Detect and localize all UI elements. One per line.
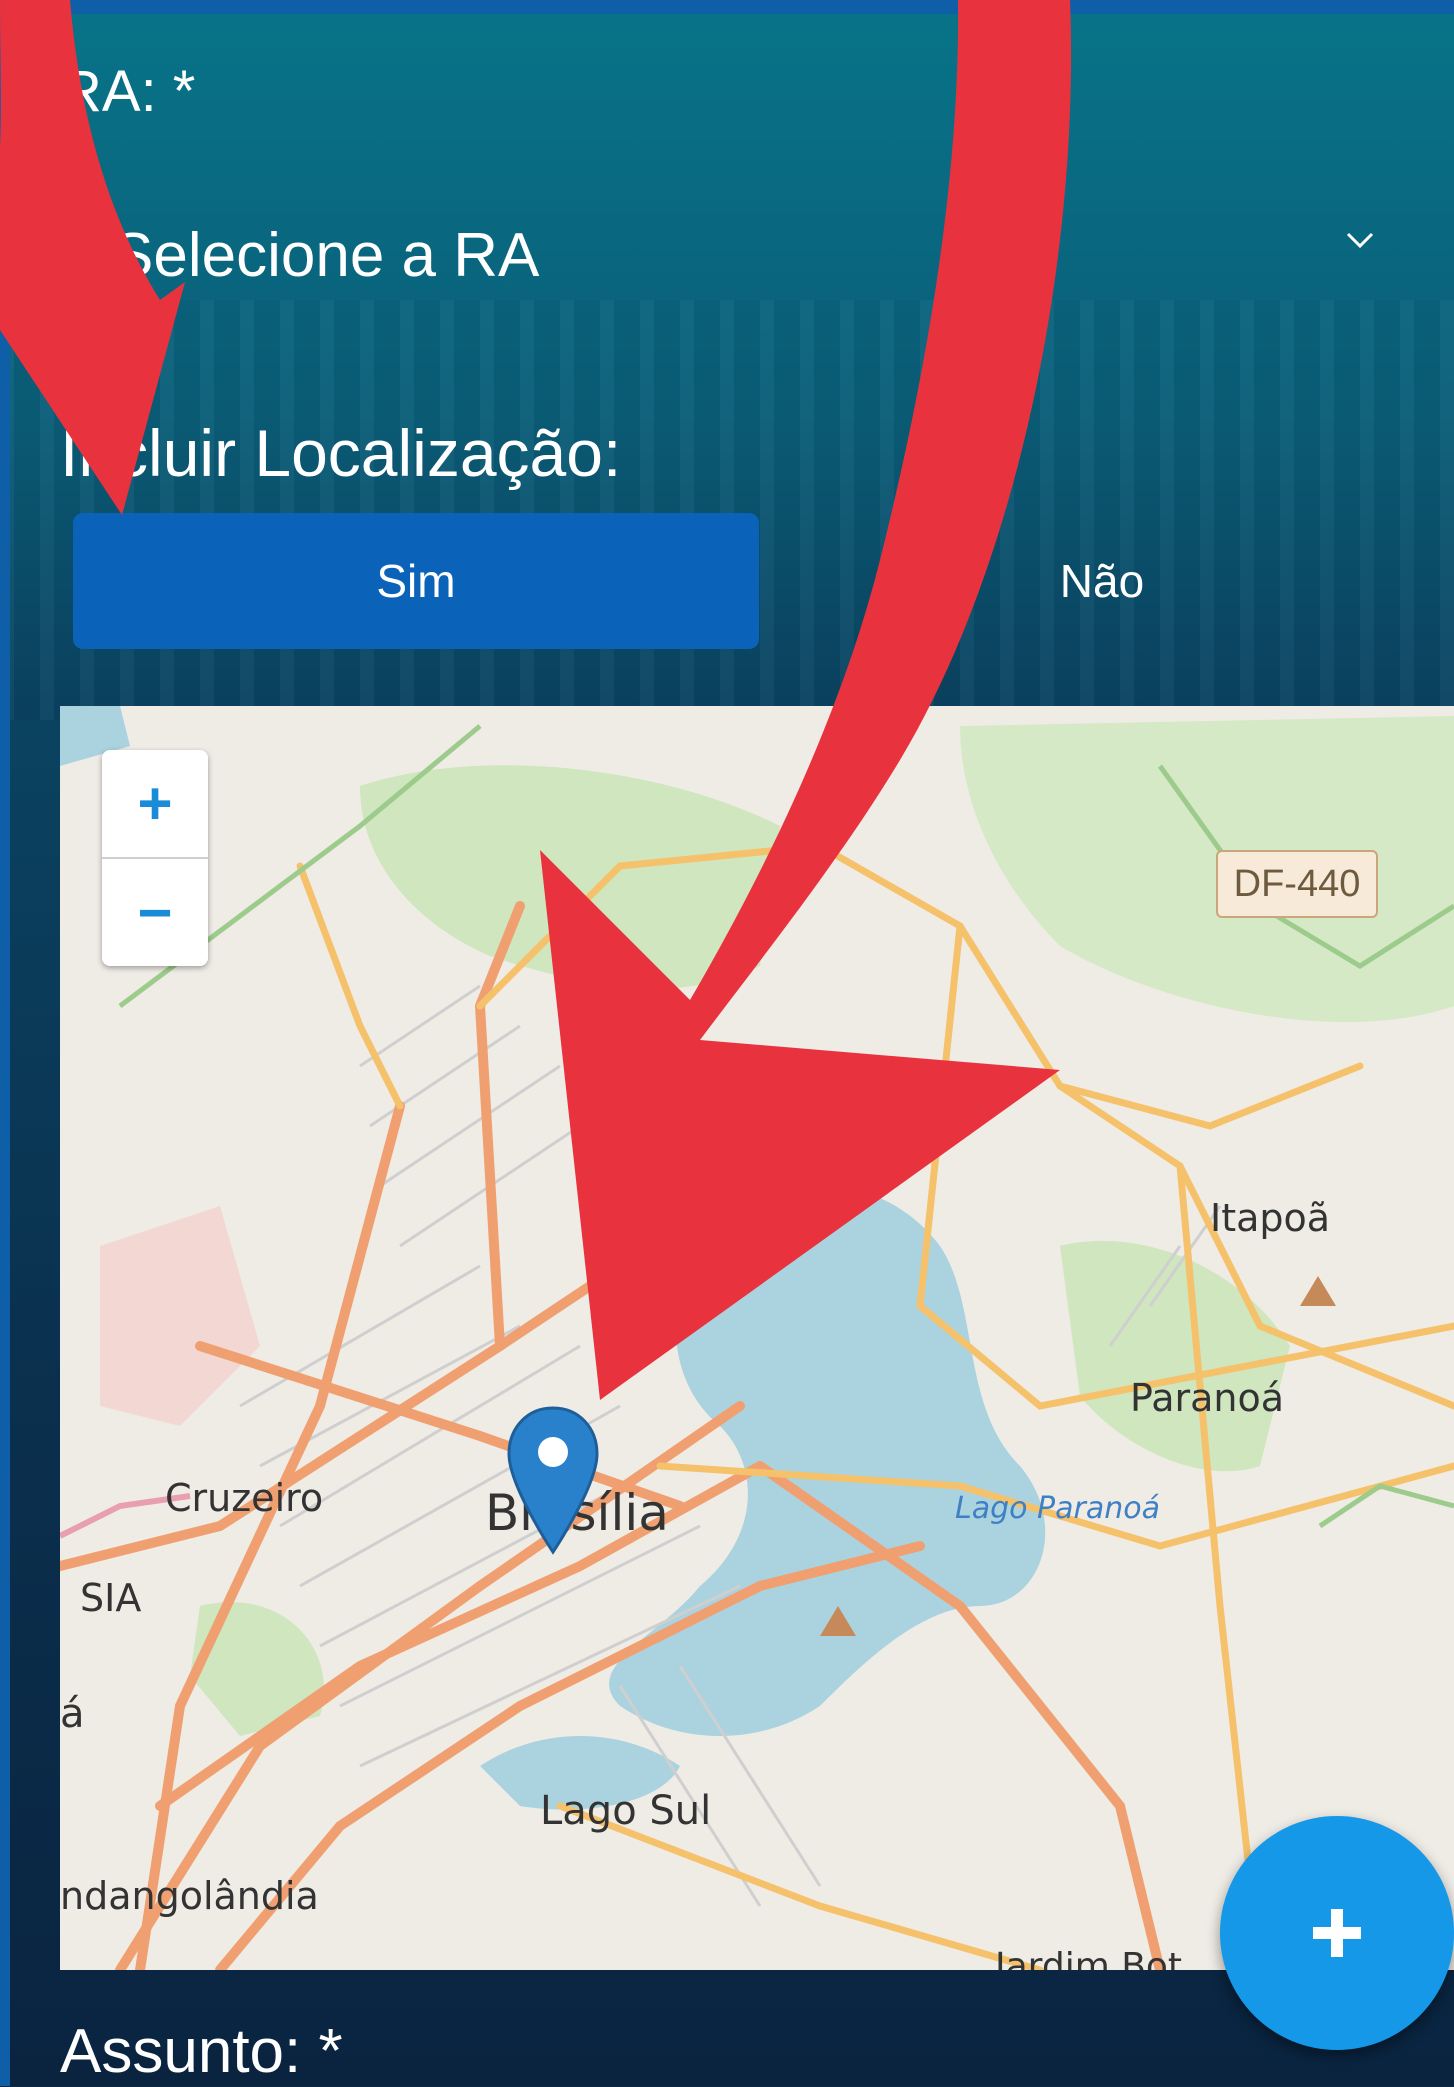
place-label-guara: á	[60, 1691, 85, 1737]
road-shield-df440: DF-440	[1216, 850, 1378, 918]
place-label-lago-sul: Lago Sul	[540, 1788, 712, 1834]
top-bar	[0, 0, 1454, 14]
subject-label: Assunto: *	[60, 2017, 343, 2086]
plus-icon	[1313, 1909, 1361, 1957]
include-location-label: Incluir Localização:	[60, 416, 622, 490]
add-button[interactable]	[1220, 1816, 1454, 2050]
location-map[interactable]: + − DF-440 Itapoã Paranoá Lago Paranoá B…	[60, 706, 1454, 1970]
place-label-candangolandia: ndangolândia	[60, 1874, 319, 1918]
ra-select-value: Selecione a RA	[112, 221, 540, 290]
left-edge-bar	[0, 0, 10, 2086]
ra-select[interactable]: Selecione a RA	[60, 190, 1410, 310]
zoom-out-button[interactable]: −	[102, 859, 208, 966]
zoom-in-button[interactable]: +	[102, 750, 208, 857]
location-yes-button[interactable]: Sim	[73, 513, 759, 649]
place-label-lago-paranoa: Lago Paranoá	[955, 1491, 1160, 1526]
chevron-down-icon	[1346, 232, 1374, 249]
place-label-itapoa: Itapoã	[1210, 1196, 1331, 1240]
location-no-button[interactable]: Não	[759, 513, 1445, 649]
place-label-sia: SIA	[80, 1576, 142, 1620]
map-pin-icon[interactable]	[505, 1406, 601, 1556]
place-label-jardim-botanico: Jardim Bot	[995, 1946, 1183, 1970]
place-label-cruzeiro: Cruzeiro	[165, 1476, 324, 1520]
place-label-paranoa: Paranoá	[1130, 1376, 1285, 1420]
map-zoom-control: + −	[102, 750, 208, 966]
ra-label: RA: *	[60, 59, 196, 124]
